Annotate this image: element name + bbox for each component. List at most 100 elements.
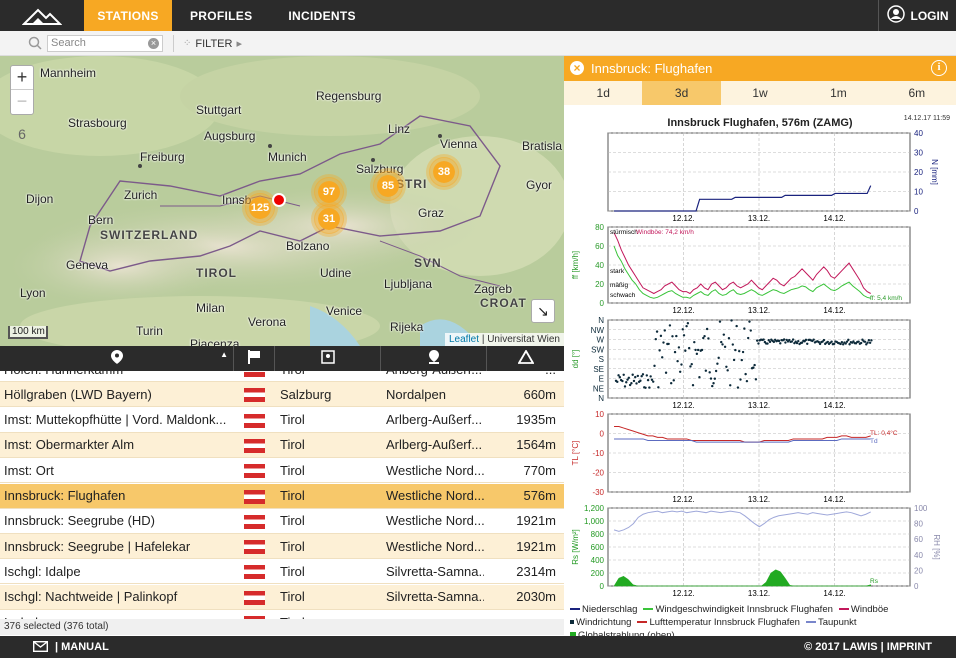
x-tick-label: 13.12.: [748, 214, 770, 223]
panel-title: Innsbruck: Flughafen: [591, 61, 713, 76]
x-tick-label: 12.12.: [672, 495, 694, 504]
y2-axis-label: RH [%]: [932, 534, 941, 559]
filter-button[interactable]: ⁘ FILTER ▸: [183, 37, 242, 51]
column-name-header[interactable]: ▲: [0, 346, 234, 371]
wind-direction-point: [716, 362, 719, 365]
y-tick-label: 10: [914, 188, 923, 197]
table-row[interactable]: Innsbruck: Seegrube (HD) Tirol Westliche N…: [0, 508, 564, 534]
range-tab-6m[interactable]: 6m: [878, 81, 956, 105]
wind-direction-point: [714, 369, 718, 373]
legend-item: Taupunkt: [805, 616, 857, 629]
table-row[interactable]: Ischgl: Nachtweide | Palinkopf Tirol Silvr…: [0, 584, 564, 610]
station-region: Tirol: [280, 412, 305, 428]
wind-direction-point: [667, 342, 670, 346]
column-elevation-header[interactable]: [487, 346, 564, 371]
city-label: Munich: [268, 150, 307, 164]
leaflet-link[interactable]: Leaflet: [449, 334, 479, 345]
wind-direction-point: [675, 334, 678, 338]
table-row[interactable]: Ischgl: Idalpe Tirol Silvretta-Samna... 231…: [0, 559, 564, 585]
y-tick-label: SE: [593, 365, 604, 374]
zoom-out-button[interactable]: −: [11, 90, 33, 114]
zoom-control: + −: [10, 65, 34, 115]
austria-flag-icon: [244, 514, 265, 529]
wind-direction-point: [708, 371, 711, 374]
arrow-diagonal-icon: ↘: [537, 302, 549, 319]
wind-direction-point: [822, 338, 826, 342]
range-tab-1d[interactable]: 1d: [564, 81, 642, 105]
clear-search-icon[interactable]: ×: [148, 38, 159, 49]
column-region-header[interactable]: [275, 346, 381, 371]
wind-direction-point: [722, 333, 726, 336]
station-cluster[interactable]: 97: [314, 177, 344, 207]
table-row[interactable]: Imst: Obermarkter Alm Tirol Arlberg-Außerf…: [0, 432, 564, 458]
tab-profiles[interactable]: PROFILES: [172, 0, 270, 31]
austria-flag-icon: [244, 590, 265, 605]
table-row[interactable]: Innsbruck: Seegrube | Hafelekar Tirol West…: [0, 534, 564, 560]
filter-label: FILTER: [195, 37, 233, 50]
station-subregion: Westliche Nord...: [386, 462, 484, 478]
filter-dots-icon: ⁘: [183, 38, 192, 49]
radiation-annotation: Rs: [870, 578, 879, 585]
wind-direction-point: [797, 339, 800, 343]
station-cluster[interactable]: 125: [245, 193, 275, 223]
wind-direction-point: [762, 338, 765, 341]
wind-direction-point: [779, 342, 782, 345]
lawis-logo-icon[interactable]: [0, 0, 84, 31]
close-icon[interactable]: ×: [570, 61, 584, 75]
wind-direction-point: [687, 346, 691, 350]
wind-direction-point: [768, 340, 772, 344]
wind-direction-point: [634, 375, 637, 379]
zoom-in-button[interactable]: +: [11, 66, 33, 90]
table-row[interactable]: Imst: Muttekopfhütte | Vord. Maldonk... T…: [0, 407, 564, 433]
info-icon[interactable]: i: [931, 60, 947, 76]
tab-incidents[interactable]: INCIDENTS: [270, 0, 373, 31]
x-tick-label: 14.12.: [823, 495, 845, 504]
y-tick-label: 60: [595, 242, 604, 251]
wind-direction-point: [812, 338, 815, 341]
wind-direction-point: [806, 342, 809, 345]
austria-flag-icon: [244, 371, 265, 377]
range-tab-3d[interactable]: 3d: [642, 81, 721, 105]
map-view[interactable]: Mannheim Regensburg Stuttgart Linz Strasbour…: [0, 56, 564, 346]
wind-direction-point: [736, 386, 740, 389]
station-elevation: 1921m: [516, 513, 556, 529]
expand-map-button[interactable]: ↘: [531, 299, 555, 323]
x-tick-label: 13.12.: [748, 589, 770, 598]
toolbar: Search × ⁘ FILTER ▸: [0, 31, 956, 56]
station-name: Innsbruck: Seegrube | Hafelekar: [4, 538, 191, 554]
range-tab-1w[interactable]: 1w: [721, 81, 799, 105]
wind-direction-point: [868, 341, 872, 344]
wind-direction-point: [782, 338, 786, 341]
selected-station-marker[interactable]: [272, 193, 286, 207]
wind-direction-point: [840, 340, 844, 344]
wind-direction-point: [672, 379, 675, 382]
station-cluster[interactable]: 85: [373, 171, 403, 201]
table-row[interactable]: Hölen: Hühnerkamm Tirol Arlberg-Außerf....…: [0, 371, 564, 382]
wind-direction-point: [627, 376, 631, 379]
y-tick-label: 20: [914, 168, 923, 177]
wind-direction-point: [681, 328, 684, 331]
wind-direction-point: [867, 339, 871, 342]
station-cluster[interactable]: 31: [314, 204, 344, 234]
station-name: Höllgraben (LWD Bayern): [4, 386, 152, 402]
search-input[interactable]: Search ×: [47, 35, 163, 52]
table-row[interactable]: Imst: Ort Tirol Westliche Nord... 770m: [0, 458, 564, 484]
tab-stations[interactable]: STATIONS: [84, 0, 172, 31]
table-row[interactable]: Höllgraben (LWD Bayern) Salzburg Nordalpen…: [0, 382, 564, 408]
y-axis-label: TL [°C]: [571, 441, 580, 466]
column-subregion-header[interactable]: [381, 346, 487, 371]
column-flag-header[interactable]: [234, 346, 275, 371]
x-tick-label: 12.12.: [672, 306, 694, 315]
mail-icon[interactable]: [32, 640, 49, 655]
login-button[interactable]: LOGIN: [878, 0, 956, 31]
range-tab-1m[interactable]: 1m: [799, 81, 877, 105]
y-tick-label: 40: [595, 261, 604, 270]
manual-link[interactable]: | MANUAL: [55, 641, 109, 653]
station-cluster[interactable]: 38: [429, 157, 459, 187]
table-row[interactable]: Ischgl: ...Tirol......: [0, 610, 564, 619]
y-tick-label: 600: [591, 543, 605, 552]
copyright-imprint[interactable]: © 2017 LAWIS | IMPRINT: [804, 641, 932, 653]
wind-direction-point: [749, 329, 752, 332]
wind-direction-point: [848, 343, 851, 346]
table-row[interactable]: Innsbruck: Flughafen Tirol Westliche Nord.…: [0, 483, 564, 509]
